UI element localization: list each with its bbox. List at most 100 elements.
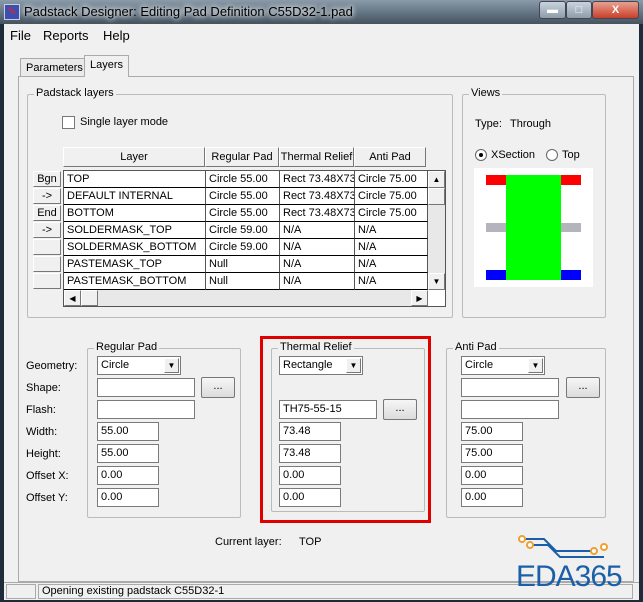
menu-help[interactable]: Help (103, 28, 130, 43)
row-side-button[interactable]: -> (33, 188, 61, 204)
cell-layer[interactable]: DEFAULT INTERNAL (64, 188, 206, 205)
chevron-down-icon[interactable]: ▼ (346, 358, 361, 373)
cell-thermal-relief[interactable]: Rect 73.48X73.48 (280, 171, 355, 188)
cell-regular-pad[interactable]: Circle 59.00 (206, 222, 280, 239)
thermal-relief-geometry-select-value: Rectangle (283, 359, 333, 371)
anti-pad-height-input-value: 75.00 (465, 447, 493, 459)
cell-layer[interactable]: TOP (64, 171, 206, 188)
cell-anti-pad[interactable]: N/A (355, 256, 428, 273)
anti-pad-geometry-select[interactable]: Circle ▼ (461, 356, 545, 375)
cell-regular-pad[interactable]: Circle 55.00 (206, 205, 280, 222)
field-label: Height: (26, 448, 61, 460)
cell-regular-pad[interactable]: Circle 59.00 (206, 239, 280, 256)
chevron-down-icon[interactable]: ▼ (528, 358, 543, 373)
scroll-down-button[interactable]: ▼ (428, 273, 445, 290)
row-side-button[interactable] (33, 256, 61, 272)
regular-pad-label: Regular Pad (94, 341, 160, 353)
scroll-up-button[interactable]: ▲ (428, 171, 445, 188)
cell-regular-pad[interactable]: Null (206, 273, 280, 290)
cell-regular-pad[interactable]: Circle 55.00 (206, 188, 280, 205)
close-button[interactable]: X (592, 1, 639, 19)
scroll-right-button[interactable]: ▶ (411, 290, 428, 306)
menu-reports-label: Reports (43, 28, 89, 43)
thermal-relief-geometry-select[interactable]: Rectangle ▼ (279, 356, 363, 375)
row-side-button[interactable]: End (33, 205, 61, 221)
thermal-relief-height-input[interactable]: 73.48 (279, 444, 341, 463)
horizontal-scrollbar[interactable]: ◀ ▶ (64, 290, 428, 306)
minimize-button[interactable]: ▬ (539, 1, 566, 19)
cell-layer[interactable]: PASTEMASK_BOTTOM (64, 273, 206, 290)
row-side-button[interactable] (33, 273, 61, 289)
table-row[interactable]: PASTEMASK_TOP Null N/A N/A (64, 256, 428, 273)
table-row[interactable]: BOTTOMCircle 55.00Rect 73.48X73.48Circle… (64, 205, 428, 222)
cell-anti-pad[interactable]: Circle 75.00 (355, 188, 428, 205)
cell-thermal-relief[interactable]: N/A (280, 239, 355, 256)
anti-pad-offset-x-input[interactable]: 0.00 (461, 466, 523, 485)
table-row[interactable]: TOPCircle 55.00Rect 73.48X73.48Circle 75… (64, 171, 428, 188)
table-row[interactable]: DEFAULT INTERNAL Circle 55.00 Rect 73.48X7… (64, 188, 428, 205)
thermal-relief-width-input[interactable]: 73.48 (279, 422, 341, 441)
cell-thermal-relief[interactable]: N/A (280, 222, 355, 239)
thermal-relief-flash-input-value: TH75-55-15 (283, 403, 342, 415)
cell-layer[interactable]: PASTEMASK_TOP (64, 256, 206, 273)
scroll-left-button[interactable]: ◀ (64, 290, 81, 306)
anti-pad-browse-button[interactable]: ... (566, 377, 600, 398)
top-radio[interactable] (546, 149, 558, 161)
cell-thermal-relief[interactable]: N/A (280, 256, 355, 273)
cell-anti-pad[interactable]: Circle 75.00 (355, 205, 428, 222)
column-header-anti-pad[interactable]: Anti Pad (354, 147, 426, 167)
anti-pad-flash-input[interactable] (461, 400, 559, 419)
cell-layer[interactable]: SOLDERMASK_TOP (64, 222, 206, 239)
regular-pad-geometry-select[interactable]: Circle ▼ (97, 356, 181, 375)
menu-file[interactable]: File (10, 28, 31, 43)
cell-anti-pad[interactable]: N/A (355, 239, 428, 256)
chevron-down-icon[interactable]: ▼ (164, 358, 179, 373)
tab-parameters[interactable]: Parameters (20, 58, 89, 78)
regular-pad-width-input[interactable]: 55.00 (97, 422, 159, 441)
thermal-relief-flash-input[interactable]: TH75-55-15 (279, 400, 377, 419)
cell-anti-pad[interactable]: Circle 75.00 (355, 171, 428, 188)
thermal-relief-offset-y-input[interactable]: 0.00 (279, 488, 341, 507)
row-side-button[interactable]: -> (33, 222, 61, 238)
cell-thermal-relief[interactable]: N/A (280, 273, 355, 290)
regular-pad-shape-input[interactable] (97, 378, 195, 397)
row-side-button[interactable]: Bgn (33, 171, 61, 187)
column-header-layer[interactable]: Layer (63, 147, 205, 167)
menu-reports[interactable]: Reports (43, 28, 89, 43)
anti-pad-width-input[interactable]: 75.00 (461, 422, 523, 441)
cell-layer[interactable]: SOLDERMASK_BOTTOM (64, 239, 206, 256)
regular-pad-flash-input[interactable] (97, 400, 195, 419)
anti-pad-height-input[interactable]: 75.00 (461, 444, 523, 463)
column-header-thermal-relief[interactable]: Thermal Relief (279, 147, 354, 167)
thermal-relief-browse-button[interactable]: ... (383, 399, 417, 420)
anti-pad-offset-y-input[interactable]: 0.00 (461, 488, 523, 507)
cell-anti-pad[interactable]: N/A (355, 222, 428, 239)
app-icon: ✎ (4, 4, 20, 20)
thermal-relief-offset-x-input[interactable]: 0.00 (279, 466, 341, 485)
cell-thermal-relief[interactable]: Rect 73.48X73.48 (280, 205, 355, 222)
anti-pad-shape-input[interactable] (461, 378, 559, 397)
cell-anti-pad[interactable]: N/A (355, 273, 428, 290)
row-side-button[interactable] (33, 239, 61, 255)
single-layer-mode-checkbox[interactable] (62, 116, 75, 129)
column-header-regular-pad[interactable]: Regular Pad (205, 147, 279, 167)
tab-layers[interactable]: Layers (84, 55, 130, 77)
regular-pad-browse-button[interactable]: ... (201, 377, 235, 398)
layers-table: TOPCircle 55.00Rect 73.48X73.48Circle 75… (63, 170, 446, 307)
regular-pad-offset-y-input[interactable]: 0.00 (97, 488, 159, 507)
cell-regular-pad[interactable]: Circle 55.00 (206, 171, 280, 188)
cell-thermal-relief[interactable]: Rect 73.48X73.48 (280, 188, 355, 205)
maximize-button[interactable]: □ (566, 1, 592, 19)
regular-pad-offset-x-input[interactable]: 0.00 (97, 466, 159, 485)
regular-pad-height-input[interactable]: 55.00 (97, 444, 159, 463)
cell-layer[interactable]: BOTTOM (64, 205, 206, 222)
vertical-scrollbar[interactable]: ▲ ▼ (428, 171, 445, 290)
scroll-thumb[interactable] (428, 188, 445, 205)
hscroll-thumb[interactable] (81, 290, 98, 306)
field-label: Geometry: (26, 360, 78, 372)
table-row[interactable]: SOLDERMASK_BOTTOM Circle 59.00 N/A N/A (64, 239, 428, 256)
table-row[interactable]: SOLDERMASK_TOP Circle 59.00 N/A N/A (64, 222, 428, 239)
table-row[interactable]: PASTEMASK_BOTTOM Null N/A N/A (64, 273, 428, 290)
xsection-radio[interactable] (475, 149, 487, 161)
cell-regular-pad[interactable]: Null (206, 256, 280, 273)
